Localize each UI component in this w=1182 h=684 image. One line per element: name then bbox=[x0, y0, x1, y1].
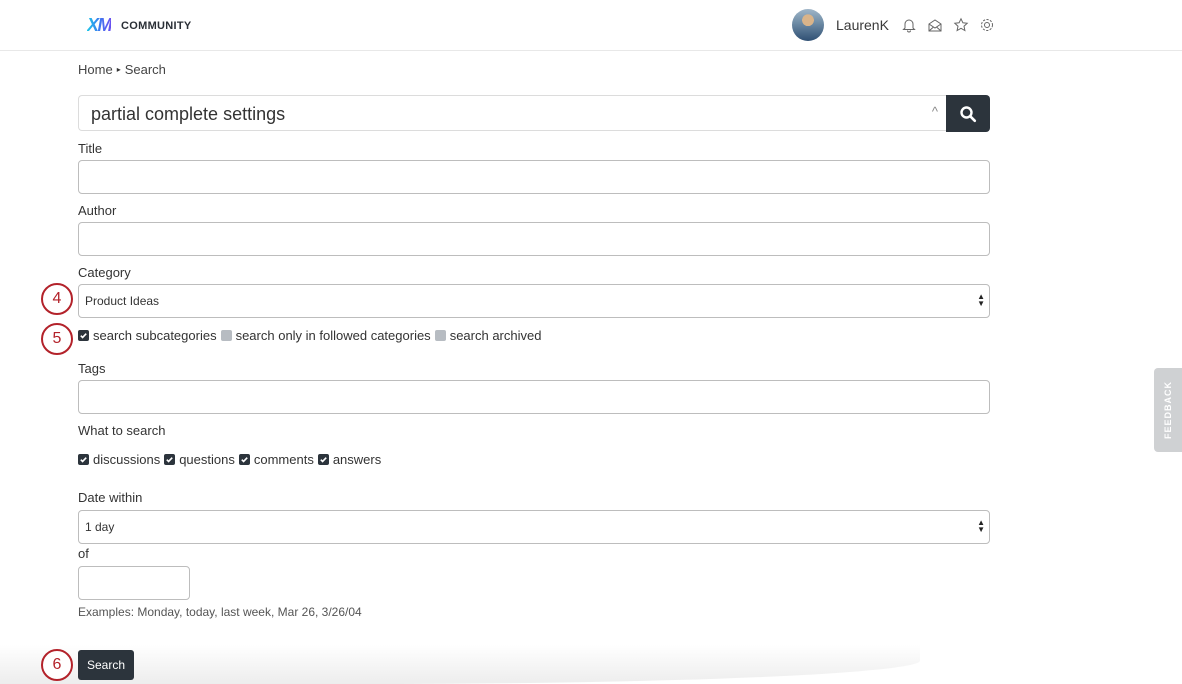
select-arrows-icon: ▲ ▼ bbox=[977, 518, 985, 534]
search-archived-checkbox[interactable] bbox=[434, 330, 446, 341]
search-subcategories-label: search subcategories bbox=[93, 328, 217, 343]
category-select[interactable]: Product Ideas ▲ ▼ bbox=[78, 284, 990, 318]
what-to-search-label: What to search bbox=[78, 423, 166, 438]
what-to-search-options: discussions questions comments answers bbox=[78, 452, 385, 467]
answers-checkbox[interactable] bbox=[317, 454, 329, 465]
avatar[interactable] bbox=[792, 9, 824, 41]
category-options: search subcategories search only in foll… bbox=[78, 328, 545, 343]
chevron-up-icon[interactable]: ^ bbox=[932, 104, 938, 119]
xm-logo-mark: XM bbox=[87, 15, 113, 35]
date-within-selected-value: 1 day bbox=[85, 520, 115, 534]
date-within-select[interactable]: 1 day ▲ ▼ bbox=[78, 510, 990, 544]
title-input[interactable] bbox=[78, 160, 990, 194]
bell-icon[interactable] bbox=[901, 17, 917, 33]
breadcrumb: Home ▸ Search bbox=[78, 62, 166, 77]
questions-checkbox[interactable] bbox=[164, 454, 176, 465]
envelope-icon[interactable] bbox=[927, 17, 943, 33]
bottom-shadow bbox=[0, 645, 920, 684]
step-marker-6: 6 bbox=[41, 649, 73, 681]
feedback-label: FEEDBACK bbox=[1163, 380, 1174, 440]
author-input[interactable] bbox=[78, 222, 990, 256]
search-submit-button[interactable] bbox=[946, 95, 990, 132]
comments-checkbox[interactable] bbox=[238, 454, 250, 465]
search-archived-label: search archived bbox=[449, 328, 542, 343]
of-label: of bbox=[78, 546, 89, 561]
step-marker-5: 5 bbox=[41, 323, 73, 355]
select-arrows-icon: ▲ ▼ bbox=[977, 292, 985, 308]
answers-label: answers bbox=[332, 452, 382, 467]
breadcrumb-separator-icon: ▸ bbox=[116, 65, 121, 74]
user-area: LaurenK bbox=[792, 9, 995, 41]
questions-label: questions bbox=[179, 452, 235, 467]
top-navigation-bar: XM COMMUNITY LaurenK bbox=[0, 0, 1182, 51]
breadcrumb-home[interactable]: Home bbox=[78, 62, 113, 77]
followed-categories-checkbox[interactable] bbox=[220, 330, 232, 341]
logo-text: COMMUNITY bbox=[121, 19, 192, 32]
step-marker-4: 4 bbox=[41, 283, 73, 315]
search-button[interactable]: Search bbox=[78, 650, 134, 680]
of-date-input[interactable] bbox=[78, 566, 190, 600]
tags-input[interactable] bbox=[78, 380, 990, 414]
search-query-input[interactable]: partial complete settings ^ bbox=[78, 95, 946, 131]
feedback-tab[interactable]: FEEDBACK bbox=[1154, 368, 1182, 452]
comments-label: comments bbox=[253, 452, 314, 467]
username[interactable]: LaurenK bbox=[836, 17, 889, 33]
search-query-text: partial complete settings bbox=[91, 104, 286, 124]
category-label: Category bbox=[78, 265, 131, 280]
star-icon[interactable] bbox=[953, 17, 969, 33]
search-icon bbox=[960, 105, 977, 122]
gear-icon[interactable] bbox=[979, 17, 995, 33]
author-label: Author bbox=[78, 203, 117, 218]
breadcrumb-current: Search bbox=[124, 62, 166, 77]
date-within-label: Date within bbox=[78, 490, 143, 505]
search-subcategories-checkbox[interactable] bbox=[78, 330, 89, 341]
tags-label: Tags bbox=[78, 361, 106, 376]
date-examples-hint: Examples: Monday, today, last week, Mar … bbox=[78, 605, 362, 619]
discussions-checkbox[interactable] bbox=[78, 454, 89, 465]
title-label: Title bbox=[78, 141, 103, 156]
followed-categories-label: search only in followed categories bbox=[235, 328, 431, 343]
community-logo[interactable]: XM COMMUNITY bbox=[87, 15, 192, 36]
category-selected-value: Product Ideas bbox=[85, 294, 160, 308]
discussions-label: discussions bbox=[93, 452, 161, 467]
